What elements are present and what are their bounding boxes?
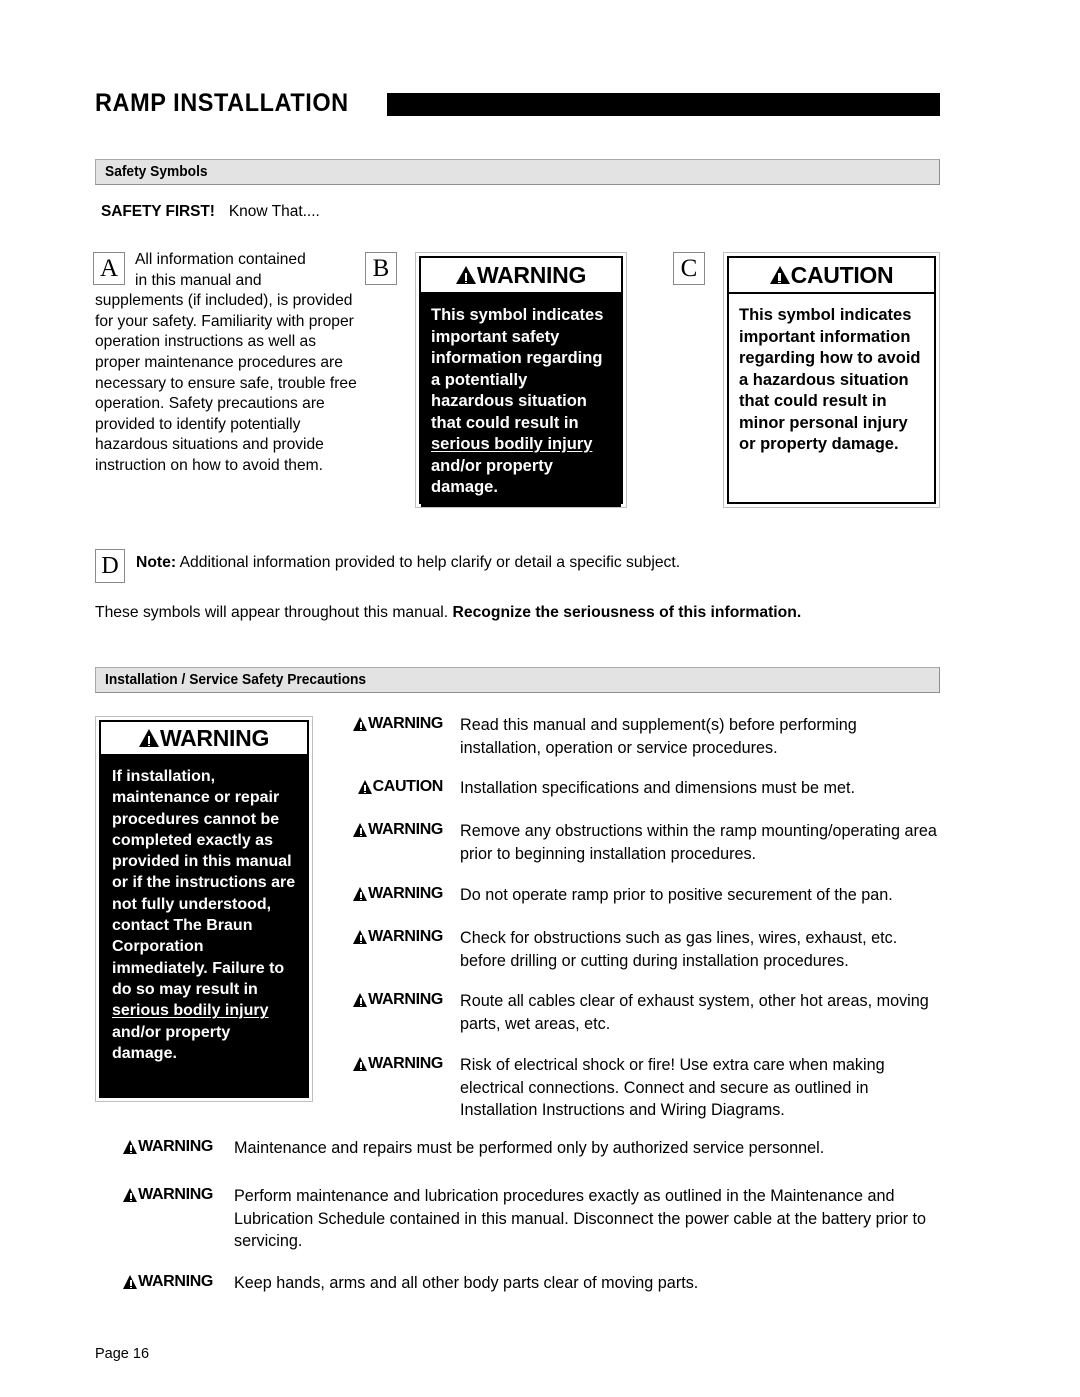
section-header-install-service: Installation / Service Safety Precaution… — [95, 667, 940, 693]
warning-box-text-after: and/or property damage. — [431, 456, 553, 497]
warning-box-header: WARNING — [421, 258, 621, 294]
caution-box-signal-word: CAUTION — [790, 261, 894, 288]
note-text: Additional information provided to help … — [179, 554, 681, 571]
precaution-signal-word-operate: WARNING — [368, 885, 443, 902]
warning-triangle-icon — [353, 717, 368, 731]
section-header-safety-symbols-label: Safety Symbols — [105, 164, 208, 180]
warning-box-text-underlined: serious bodily injury — [431, 435, 593, 453]
precaution-label-maintenance: WARNING — [95, 1137, 213, 1155]
precaution-row-lubrication: WARNING Perform maintenance and lubricat… — [95, 1185, 940, 1253]
warning-triangle-icon — [123, 1275, 138, 1289]
precaution-text-read: Read this manual and supplement(s) befor… — [460, 716, 857, 757]
note-row: Note: Additional information provided to… — [136, 552, 936, 574]
safety-first-line: SAFETY FIRST! Know That.... — [101, 203, 320, 221]
symbols-appear-line: These symbols will appear throughout thi… — [95, 604, 940, 622]
precaution-text-check: Check for obstructions such as gas lines… — [460, 929, 898, 970]
callout-a-line2: in this manual and — [135, 271, 262, 289]
warning-box-braun-contact: WARNING If installation, maintenance or … — [95, 716, 313, 1102]
precaution-label-check: WARNING — [325, 927, 443, 945]
symbols-appear-normal: These symbols will appear throughout thi… — [95, 604, 449, 621]
page-title-text: RAMP INSTALLATION — [95, 88, 349, 117]
precaution-signal-word-specs: CAUTION — [372, 778, 444, 795]
callout-letter-b: B — [365, 252, 397, 285]
section-header-safety-symbols: Safety Symbols — [95, 159, 940, 185]
warning-box-braun-body: If installation, maintenance or repair p… — [101, 756, 307, 1096]
precaution-label-operate: WARNING — [325, 884, 443, 902]
precaution-signal-word-route: WARNING — [368, 991, 443, 1008]
warning-box-text-before: This symbol indicates important safety i… — [431, 306, 604, 432]
caution-box-symbol-meaning: CAUTION This symbol indicates important … — [723, 252, 940, 508]
document-page: RAMP INSTALLATION Safety Symbols SAFETY … — [0, 0, 1080, 1397]
warning-box-braun-signal-word: WARNING — [159, 724, 270, 751]
warning-box-symbol-meaning: WARNING This symbol indicates important … — [415, 252, 627, 508]
precaution-text-electrical: Risk of electrical shock or fire! Use ex… — [460, 1056, 885, 1119]
warning-triangle-icon — [123, 1188, 138, 1202]
warning-triangle-icon — [353, 993, 368, 1007]
warning-triangle-icon — [123, 1140, 138, 1154]
warning-box-braun-header: WARNING — [101, 722, 307, 756]
precaution-signal-word-hands: WARNING — [138, 1273, 213, 1290]
warning-triangle-icon — [353, 1057, 368, 1071]
precaution-label-hands: WARNING — [95, 1272, 213, 1290]
caution-triangle-icon — [769, 266, 790, 284]
title-rule-bar — [386, 92, 940, 116]
warning-triangle-icon — [455, 266, 476, 284]
precaution-text-maintenance: Maintenance and repairs must be performe… — [234, 1139, 825, 1157]
precaution-row-maintenance: WARNING Maintenance and repairs must be … — [95, 1137, 940, 1160]
page-title: RAMP INSTALLATION — [95, 86, 940, 120]
warning-triangle-icon — [353, 930, 368, 944]
precaution-row-operate: WARNING Do not operate ramp prior to pos… — [325, 884, 940, 907]
precaution-row-hands: WARNING Keep hands, arms and all other b… — [95, 1272, 940, 1295]
precaution-text-hands: Keep hands, arms and all other body part… — [234, 1274, 699, 1292]
callout-letter-c: C — [673, 252, 705, 285]
warning-box-braun-text-underlined: serious bodily injury — [112, 1002, 269, 1020]
warning-box-body: This symbol indicates important safety i… — [421, 294, 621, 507]
precaution-label-lubrication: WARNING — [95, 1185, 213, 1203]
precaution-signal-word-read: WARNING — [368, 715, 443, 732]
warning-box-braun-text-after: and/or property damage. — [112, 1023, 231, 1062]
precaution-row-read: WARNING Read this manual and supplement(… — [325, 714, 940, 759]
caution-box-body: This symbol indicates important informat… — [729, 294, 934, 502]
note-label: Note: — [136, 554, 177, 571]
callout-a-body: supplements (if included), is provided f… — [95, 292, 357, 474]
precaution-signal-word-check: WARNING — [368, 928, 443, 945]
precaution-signal-word-maintenance: WARNING — [138, 1138, 213, 1155]
precaution-label-electrical: WARNING — [325, 1054, 443, 1072]
precaution-row-electrical: WARNING Risk of electrical shock or fire… — [325, 1054, 940, 1122]
callout-a-line1: All information contained — [135, 251, 306, 268]
symbols-appear-bold: Recognize the seriousness of this inform… — [452, 604, 802, 621]
warning-triangle-icon — [353, 887, 368, 901]
safety-first-rest: Know That.... — [228, 203, 320, 220]
precaution-label-specs: CAUTION — [325, 777, 443, 795]
callout-letter-d: D — [95, 549, 125, 583]
callout-a-paragraph: All information contained in this manual… — [95, 250, 365, 477]
caution-triangle-icon — [357, 780, 373, 794]
page-footer: Page 16 — [95, 1346, 150, 1362]
precaution-text-lubrication: Perform maintenance and lubrication proc… — [234, 1187, 926, 1250]
precaution-text-specs: Installation specifications and dimensio… — [460, 779, 855, 797]
warning-box-signal-word: WARNING — [476, 261, 587, 288]
section-header-install-service-label: Installation / Service Safety Precaution… — [105, 672, 367, 688]
caution-box-header: CAUTION — [729, 258, 934, 294]
precaution-signal-word-obstruct: WARNING — [368, 821, 443, 838]
precaution-signal-word-lubrication: WARNING — [138, 1186, 213, 1203]
precaution-label-obstruct: WARNING — [325, 820, 443, 838]
precaution-text-route: Route all cables clear of exhaust system… — [460, 992, 929, 1033]
warning-triangle-icon — [353, 823, 368, 837]
warning-triangle-icon — [138, 729, 159, 747]
precaution-row-check: WARNING Check for obstructions such as g… — [325, 927, 940, 972]
precaution-row-route: WARNING Route all cables clear of exhaus… — [325, 990, 940, 1035]
precaution-row-obstruct: WARNING Remove any obstructions within t… — [325, 820, 940, 865]
precaution-text-operate: Do not operate ramp prior to positive se… — [460, 886, 893, 904]
warning-box-braun-text-before: If installation, maintenance or repair p… — [112, 768, 296, 998]
precaution-signal-word-electrical: WARNING — [368, 1055, 443, 1072]
precaution-row-specs: CAUTION Installation specifications and … — [325, 777, 940, 800]
safety-first-bold: SAFETY FIRST! — [101, 203, 215, 220]
precaution-label-route: WARNING — [325, 990, 443, 1008]
precaution-label-read: WARNING — [325, 714, 443, 732]
precaution-text-obstruct: Remove any obstructions within the ramp … — [460, 822, 937, 863]
